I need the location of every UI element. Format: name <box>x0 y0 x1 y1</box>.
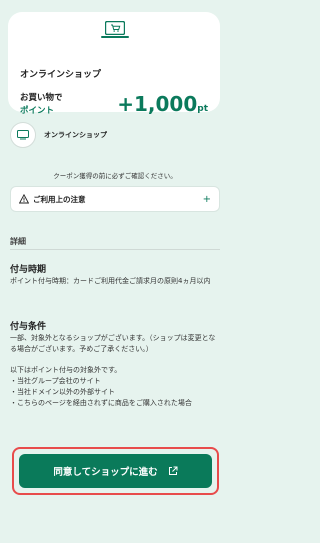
computer-icon <box>17 130 29 140</box>
computer-stand <box>101 36 129 38</box>
exclusions-intro: 以下はポイント付与の対象外です。 <box>10 366 122 374</box>
usage-caution-accordion[interactable]: ご利用上の注意 + <box>10 186 220 212</box>
exclusion-item: ・当社ドメイン以外の外部サイト <box>10 388 115 396</box>
timing-title: 付与時期 <box>10 265 47 275</box>
shop-logo <box>10 122 36 148</box>
conditions-title: 付与条件 <box>10 322 47 332</box>
exclusion-item: ・こちらのページを経由されずに商品をご購入された場合 <box>10 399 192 407</box>
usage-caution-label: ご利用上の注意 <box>33 194 86 204</box>
confirm-notice: クーポン獲得の前に必ずご確認ください。 <box>53 172 177 180</box>
computer-cart-icon <box>105 21 125 35</box>
details-heading: 詳細 <box>10 237 26 246</box>
conditions-text: 一部、対象外となるショップがございます。（ショップは変更となる場合がございます。… <box>10 334 216 353</box>
timing-text: ポイント付与時期：カードご利用代金ご請求月の原則4ヵ月以内 <box>10 277 211 285</box>
cta-highlight: 同意してショップに進む <box>12 447 219 495</box>
exclusion-item: ・当社グループ会社のサイト <box>10 377 101 385</box>
shop-row: オンラインショップ <box>10 122 107 148</box>
external-link-icon <box>168 466 178 475</box>
divider <box>10 249 220 250</box>
points-amount: +1,000pt <box>117 94 208 119</box>
agree-proceed-button[interactable]: 同意してショップに進む <box>19 454 212 488</box>
expand-plus-icon[interactable]: + <box>203 194 211 205</box>
points-value: +1,000 <box>117 92 198 116</box>
offer-label-line1: お買い物で <box>20 93 63 103</box>
points-unit: pt <box>197 104 208 114</box>
offer-title: オンラインショップ <box>20 70 102 80</box>
shop-name: オンラインショップ <box>44 131 107 139</box>
agree-proceed-label: 同意してショップに進む <box>53 467 158 478</box>
warning-icon <box>19 194 29 204</box>
offer-label-line2: ポイント <box>20 106 55 116</box>
offer-card: オンラインショップ お買い物で ポイント +1,000pt <box>8 12 220 116</box>
